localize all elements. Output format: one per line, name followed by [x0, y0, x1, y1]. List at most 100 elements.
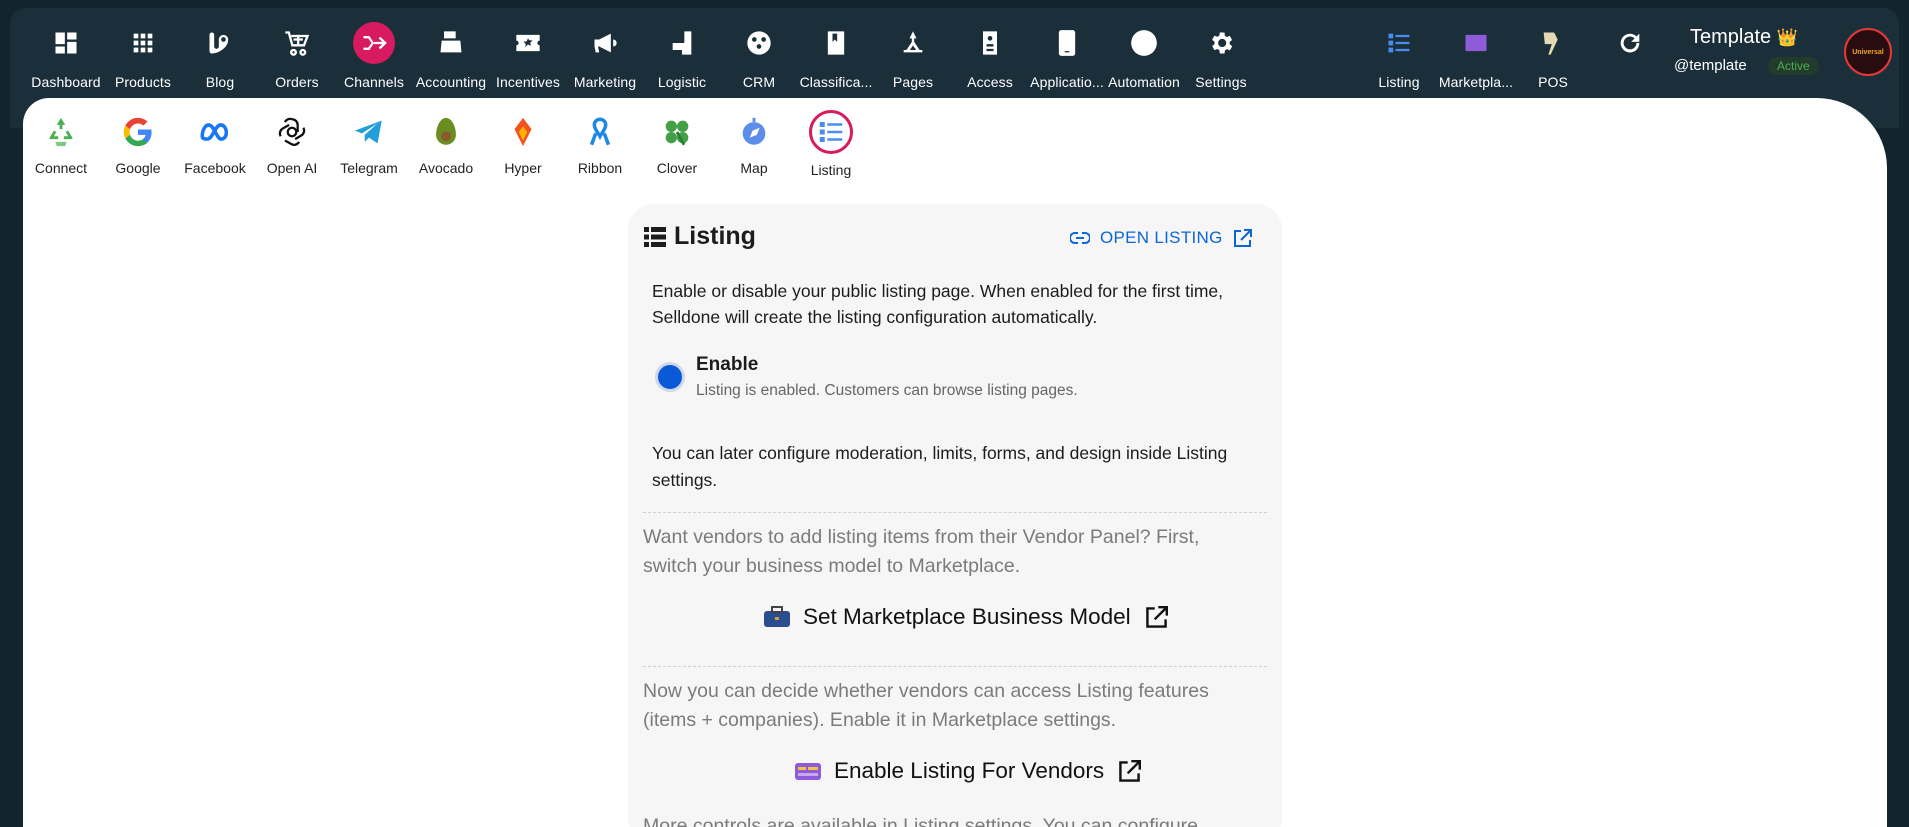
- listing-card: Listing OPEN LISTING Enable or disable y…: [628, 204, 1282, 827]
- channel-label: Clover: [656, 160, 698, 176]
- channel-avocado[interactable]: Avocado: [408, 112, 484, 176]
- nav-label: POS: [1538, 74, 1568, 90]
- access-note: Now you can decide whether vendors can a…: [643, 680, 1209, 731]
- nav-blog[interactable]: Blog: [181, 22, 259, 92]
- nav-marketing[interactable]: Marketing: [566, 22, 644, 92]
- nav-label: Settings: [1195, 74, 1247, 90]
- nav-applications[interactable]: Applicatio...: [1028, 22, 1106, 92]
- crm-icon: [738, 22, 780, 64]
- grid-icon: [122, 22, 164, 64]
- channel-clover[interactable]: Clover: [639, 112, 715, 176]
- nav-orders[interactable]: Orders: [258, 22, 336, 92]
- later-note: You can later configure moderation, limi…: [652, 443, 1228, 490]
- gear-icon: [1200, 22, 1242, 64]
- vendors-note: Want vendors to add listing items from t…: [643, 526, 1200, 577]
- book-icon: [815, 22, 857, 64]
- nav-settings[interactable]: Settings: [1182, 22, 1260, 92]
- list-icon: [644, 226, 666, 247]
- telegram-icon: [349, 112, 389, 152]
- profile-name: Template 👑: [1690, 26, 1798, 48]
- nav-label: Applicatio...: [1030, 74, 1104, 90]
- nav-label: Channels: [344, 74, 404, 90]
- google-icon: [118, 112, 158, 152]
- nav-dashboard[interactable]: Dashboard: [27, 22, 105, 92]
- nav-label: CRM: [742, 74, 776, 90]
- card-title: Listing: [674, 222, 756, 250]
- channel-openai[interactable]: Open AI: [254, 112, 330, 176]
- hyper-icon: [503, 112, 543, 152]
- channel-hyper[interactable]: Hyper: [485, 112, 561, 176]
- external-link-icon: [1145, 605, 1168, 628]
- nav-label: Blog: [205, 74, 235, 90]
- channel-connect[interactable]: Connect: [23, 112, 99, 176]
- nav-listing[interactable]: Listing: [1360, 22, 1438, 92]
- channel-google[interactable]: Google: [100, 112, 176, 176]
- nav-label: Automation: [1108, 74, 1180, 90]
- listing-icon: [809, 110, 853, 154]
- megaphone-icon: [584, 22, 626, 64]
- map-icon: [734, 112, 774, 152]
- register-icon: [430, 22, 472, 64]
- divider: [643, 512, 1267, 513]
- nav-incentives[interactable]: Incentives: [489, 22, 567, 92]
- channel-listing[interactable]: Listing: [793, 110, 869, 178]
- nav-label: Listing: [1378, 74, 1420, 90]
- status-badge: Active: [1768, 57, 1819, 75]
- nav-label: Products: [114, 74, 172, 90]
- nav-access[interactable]: Access: [951, 22, 1029, 92]
- nav-accounting[interactable]: Accounting: [412, 22, 490, 92]
- meta-icon: [195, 112, 235, 152]
- marketplace-icon: [795, 763, 821, 780]
- more-controls-note: More controls are available in Listing s…: [643, 815, 1198, 827]
- marketplace-icon: [1455, 22, 1497, 64]
- nav-automation[interactable]: Automation: [1105, 22, 1183, 92]
- channel-label: Map: [740, 160, 768, 176]
- profile-handle: @template: [1674, 57, 1747, 74]
- nav-label: Pages: [892, 74, 934, 90]
- nav-crm[interactable]: CRM: [720, 22, 798, 92]
- channels-icon: [353, 22, 395, 64]
- refresh-icon: [1609, 22, 1651, 64]
- set-marketplace-label: Set Marketplace Business Model: [803, 604, 1131, 629]
- nav-pages[interactable]: Pages: [874, 22, 952, 92]
- nav-label: Dashboard: [31, 74, 101, 90]
- open-listing-link[interactable]: OPEN LISTING: [1070, 228, 1252, 248]
- channel-facebook[interactable]: Facebook: [177, 112, 253, 176]
- enable-vendors-button[interactable]: Enable Listing For Vendors: [780, 758, 1142, 784]
- enable-subtitle: Listing is enabled. Customers can browse…: [696, 382, 1078, 399]
- nav-label: Accounting: [415, 74, 487, 90]
- nav-products[interactable]: Products: [104, 22, 182, 92]
- nav-logistic[interactable]: Logistic: [643, 22, 721, 92]
- bolt-icon: [1123, 22, 1165, 64]
- ticket-icon: [507, 22, 549, 64]
- nav-marketplace[interactable]: Marketpla...: [1437, 22, 1515, 92]
- nav-label: Logistic: [657, 74, 707, 90]
- nav-channels[interactable]: Channels: [335, 22, 413, 92]
- channel-label: Telegram: [340, 160, 398, 176]
- pos-icon: [1532, 22, 1574, 64]
- channel-label: Open AI: [266, 160, 318, 176]
- nav-label: Access: [967, 74, 1013, 90]
- nav-label: Orders: [275, 74, 319, 90]
- external-link-icon: [1233, 228, 1252, 247]
- refresh-button[interactable]: [1591, 22, 1669, 92]
- channel-map[interactable]: Map: [716, 112, 792, 176]
- nav-label: Classifica...: [799, 74, 873, 90]
- truck-icon: [661, 22, 703, 64]
- channel-ribbon[interactable]: Ribbon: [562, 112, 638, 176]
- nav-classification[interactable]: Classifica...: [797, 22, 875, 92]
- crown-icon: 👑: [1776, 28, 1798, 47]
- dashboard-icon: [45, 22, 87, 64]
- nav-label: Marketpla...: [1438, 74, 1514, 90]
- blog-icon: [199, 22, 241, 64]
- nav-pos[interactable]: POS: [1514, 22, 1592, 92]
- channel-telegram[interactable]: Telegram: [331, 112, 407, 176]
- set-marketplace-button[interactable]: Set Marketplace Business Model: [749, 604, 1168, 630]
- avatar[interactable]: Universal: [1844, 28, 1892, 76]
- enable-radio[interactable]: [655, 362, 685, 392]
- nav-label: Incentives: [495, 74, 561, 90]
- main-content: Connect Google Facebook Open AI Telegram…: [23, 98, 1887, 827]
- external-link-icon: [1119, 759, 1142, 782]
- channel-label: Ribbon: [577, 160, 623, 176]
- listing-icon: [1378, 22, 1420, 64]
